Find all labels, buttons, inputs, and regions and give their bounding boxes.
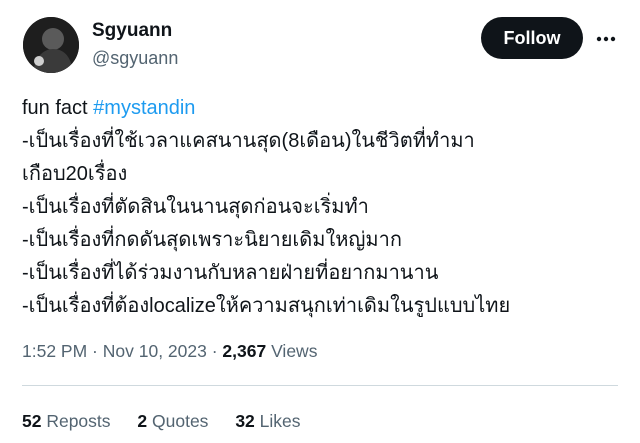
views-count: 2,367 — [222, 341, 267, 361]
author-handle[interactable]: @sgyuann — [92, 47, 178, 69]
tweet-card: Sgyuann @sgyuann Follow fun fact #mystan… — [0, 0, 640, 443]
author-name[interactable]: Sgyuann — [92, 20, 172, 42]
tweet-line: -เป็นเรื่องที่ใช้เวลาแคสนานสุด(8เดือน)ใน… — [22, 130, 475, 152]
reposts-stat[interactable]: 52 Reposts — [22, 410, 111, 432]
avatar[interactable] — [23, 17, 79, 73]
meta-separator: · — [206, 341, 223, 361]
tweet-date[interactable]: Nov 10, 2023 — [103, 341, 207, 361]
more-horizontal-icon — [596, 36, 616, 42]
tweet-line: -เป็นเรื่องที่กดดันสุดเพราะนิยายเดิมใหญ่… — [22, 229, 402, 251]
likes-count: 32 — [235, 411, 255, 431]
reposts-count: 52 — [22, 411, 42, 431]
tweet-meta: 1:52 PM · Nov 10, 2023 · 2,367 Views — [22, 340, 317, 362]
avatar-photo-icon — [23, 17, 79, 73]
quotes-label: Quotes — [147, 411, 209, 431]
tweet-line: -เป็นเรื่องที่ได้ร่วมงานกับหลายฝ่ายที่อย… — [22, 262, 439, 284]
tweet-line: -เป็นเรื่องที่ตัดสินในนานสุดก่อนจะเริ่มท… — [22, 196, 369, 218]
meta-separator: · — [87, 341, 103, 361]
tweet-line: เกือบ20เรื่อง — [22, 163, 128, 185]
tweet-intro-text: fun fact — [22, 97, 94, 119]
reposts-label: Reposts — [41, 411, 111, 431]
likes-label: Likes — [254, 411, 301, 431]
divider — [22, 385, 618, 386]
likes-stat[interactable]: 32 Likes — [235, 410, 300, 432]
views-label: Views — [266, 341, 318, 361]
tweet-line: -เป็นเรื่องที่ต้องlocalizeให้ความสนุกเท่… — [22, 295, 511, 317]
quotes-count: 2 — [137, 411, 148, 431]
hashtag-link[interactable]: #mystandin — [93, 97, 195, 119]
engagement-stats: 52 Reposts 2 Quotes 32 Likes — [22, 410, 323, 432]
follow-button[interactable]: Follow — [481, 17, 583, 59]
quotes-stat[interactable]: 2 Quotes — [137, 410, 208, 432]
tweet-text: fun fact #mystandin -เป็นเรื่องที่ใช้เวล… — [22, 92, 622, 323]
tweet-time[interactable]: 1:52 PM — [22, 341, 87, 361]
tweet-line: fun fact #mystandin — [22, 92, 622, 125]
more-options-button[interactable] — [593, 26, 619, 52]
